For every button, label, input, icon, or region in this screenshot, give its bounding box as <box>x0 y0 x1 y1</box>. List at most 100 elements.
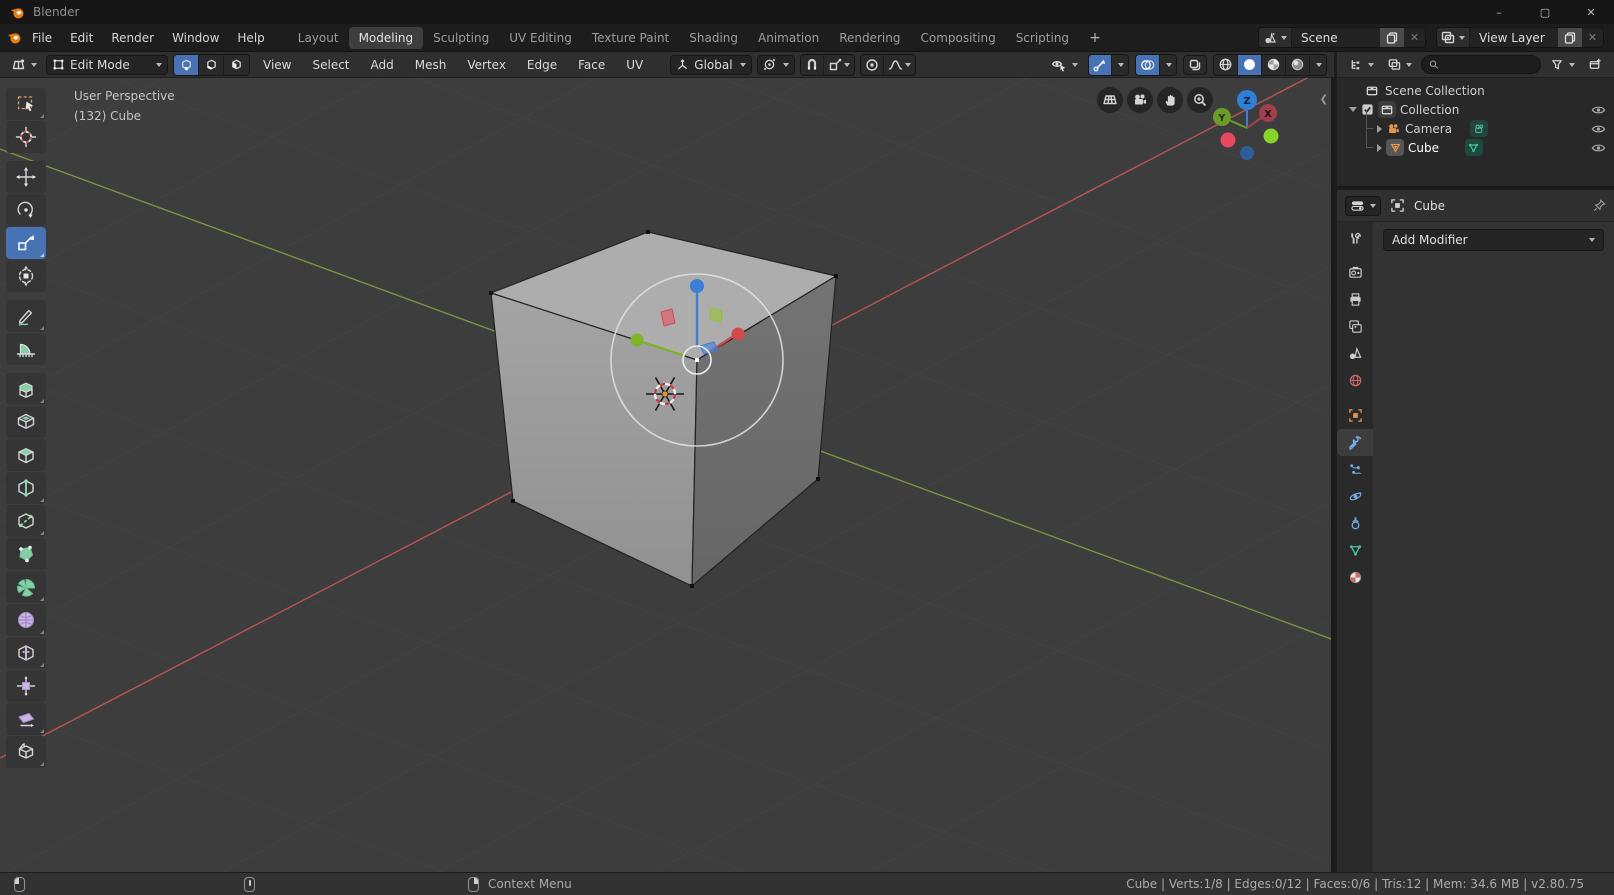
tab-physics[interactable] <box>1337 483 1373 510</box>
gizmo-y-handle[interactable] <box>631 334 644 347</box>
mesh-data-icon[interactable] <box>1465 139 1483 156</box>
new-collection-button[interactable] <box>1584 55 1606 75</box>
tab-texture-paint[interactable]: Texture Paint <box>582 27 679 49</box>
tab-modifiers[interactable] <box>1337 429 1373 456</box>
outliner-editor-type-button[interactable] <box>1345 55 1378 75</box>
axis-x-negative-ball[interactable] <box>1221 133 1236 148</box>
tab-tool[interactable] <box>1337 225 1373 252</box>
shading-wireframe-button[interactable] <box>1214 55 1238 75</box>
hide-eye-icon[interactable] <box>1591 123 1606 135</box>
shading-rendered-button[interactable] <box>1286 55 1310 75</box>
tool-inset-faces[interactable] <box>6 406 46 438</box>
pin-icon[interactable] <box>1593 199 1606 212</box>
tool-knife[interactable] <box>6 505 46 537</box>
view-layer-remove-button[interactable]: ✕ <box>1582 28 1603 47</box>
viewport-3d[interactable]: User Perspective (132) Cube <box>0 78 1334 872</box>
tab-uv-editing[interactable]: UV Editing <box>499 27 582 49</box>
tool-cursor[interactable] <box>6 121 46 153</box>
menu-window[interactable]: Window <box>163 31 228 45</box>
editor-type-button[interactable] <box>7 55 41 75</box>
add-modifier-dropdown[interactable]: Add Modifier <box>1383 229 1604 251</box>
tool-scale[interactable] <box>6 227 46 259</box>
tab-constraints[interactable] <box>1337 510 1373 537</box>
tab-shading[interactable]: Shading <box>679 27 748 49</box>
sidebar-toggle-arrow[interactable]: ❮ <box>1320 94 1328 105</box>
tab-render[interactable] <box>1337 259 1373 286</box>
outliner-label[interactable]: Scene Collection <box>1385 84 1485 98</box>
minimize-button[interactable]: – <box>1476 0 1522 24</box>
tool-rip-region[interactable] <box>6 736 46 768</box>
tab-animation[interactable]: Animation <box>748 27 829 49</box>
menu-help[interactable]: Help <box>228 31 273 45</box>
transform-orientation-dropdown[interactable]: Global <box>670 55 751 75</box>
view-layer-name[interactable]: View Layer <box>1470 31 1558 45</box>
xray-toggle[interactable] <box>1183 55 1207 75</box>
mode-dropdown[interactable]: Edit Mode <box>46 55 168 75</box>
shading-material-button[interactable] <box>1262 55 1286 75</box>
tab-material[interactable] <box>1337 564 1373 591</box>
hide-eye-icon[interactable] <box>1591 104 1606 116</box>
viewport-menu-face[interactable]: Face <box>570 58 613 72</box>
selected-vertex[interactable] <box>695 358 699 362</box>
proportional-editing-toggle[interactable] <box>861 55 884 75</box>
maximize-button[interactable]: ▢ <box>1522 0 1568 24</box>
tool-annotate[interactable] <box>6 300 46 332</box>
scene-unlink-button[interactable]: ✕ <box>1404 28 1425 47</box>
axis-z-negative-ball[interactable] <box>1240 146 1254 160</box>
tool-shrink-fatten[interactable] <box>6 670 46 702</box>
scene-name[interactable]: Scene <box>1292 31 1380 45</box>
tool-measure[interactable] <box>6 333 46 365</box>
gizmo-dropdown[interactable] <box>1112 55 1128 75</box>
outliner-row-scene-collection[interactable]: Scene Collection <box>1337 81 1614 100</box>
blender-app-menu-icon[interactable] <box>6 30 23 45</box>
tab-object-data[interactable] <box>1337 537 1373 564</box>
menu-render[interactable]: Render <box>102 31 163 45</box>
tab-object[interactable] <box>1337 402 1373 429</box>
disclosure-triangle-icon[interactable] <box>1377 125 1382 133</box>
tab-scene[interactable] <box>1337 340 1373 367</box>
tool-edge-slide[interactable] <box>6 637 46 669</box>
outliner-row-collection[interactable]: Collection <box>1337 100 1614 119</box>
camera-view-button[interactable] <box>1127 87 1153 113</box>
menu-edit[interactable]: Edit <box>61 31 102 45</box>
outliner-display-mode-button[interactable] <box>1383 55 1416 75</box>
view-layer-new-button[interactable] <box>1558 28 1582 47</box>
menu-file[interactable]: File <box>23 31 61 45</box>
outliner-search-input[interactable] <box>1443 59 1533 71</box>
tab-scripting[interactable]: Scripting <box>1006 27 1079 49</box>
vertex-select-mode-button[interactable] <box>174 55 199 75</box>
viewport-menu-edge[interactable]: Edge <box>519 58 565 72</box>
outliner-label[interactable]: Cube <box>1408 141 1439 155</box>
hide-eye-icon[interactable] <box>1591 142 1606 154</box>
tab-world[interactable] <box>1337 367 1373 394</box>
scene-browse-button[interactable] <box>1259 28 1292 47</box>
viewport-menu-vertex[interactable]: Vertex <box>459 58 514 72</box>
tab-compositing[interactable]: Compositing <box>910 27 1005 49</box>
scene-new-copy-button[interactable] <box>1380 28 1404 47</box>
show-gizmo-toggle[interactable] <box>1089 55 1112 75</box>
tool-move[interactable] <box>6 161 46 193</box>
tool-bevel[interactable] <box>6 439 46 471</box>
checkbox-checked-icon[interactable] <box>1361 103 1374 116</box>
snap-toggle-button[interactable] <box>801 55 824 75</box>
tool-loop-cut[interactable] <box>6 472 46 504</box>
pan-view-button[interactable] <box>1157 87 1183 113</box>
tab-modeling[interactable]: Modeling <box>349 27 424 49</box>
viewport-menu-select[interactable]: Select <box>304 58 357 72</box>
viewport-menu-view[interactable]: View <box>255 58 299 72</box>
axis-navigation-gizmo[interactable]: Z Y X <box>1205 78 1295 168</box>
gizmo-plane-y[interactable] <box>710 308 722 322</box>
properties-editor-type-button[interactable] <box>1345 196 1381 216</box>
tool-transform[interactable] <box>6 260 46 292</box>
show-overlays-toggle[interactable] <box>1136 55 1160 75</box>
tab-particles[interactable] <box>1337 456 1373 483</box>
camera-data-icon[interactable] <box>1470 120 1488 137</box>
outliner-filter-button[interactable] <box>1546 55 1579 75</box>
outliner-search[interactable] <box>1421 55 1541 74</box>
tab-sculpting[interactable]: Sculpting <box>423 27 499 49</box>
outliner-label[interactable]: Camera <box>1405 122 1452 136</box>
gizmo-x-handle[interactable] <box>732 328 745 341</box>
tool-select-box[interactable] <box>6 88 46 120</box>
face-select-mode-button[interactable] <box>224 55 249 75</box>
gizmo-plane-x[interactable] <box>661 309 675 326</box>
